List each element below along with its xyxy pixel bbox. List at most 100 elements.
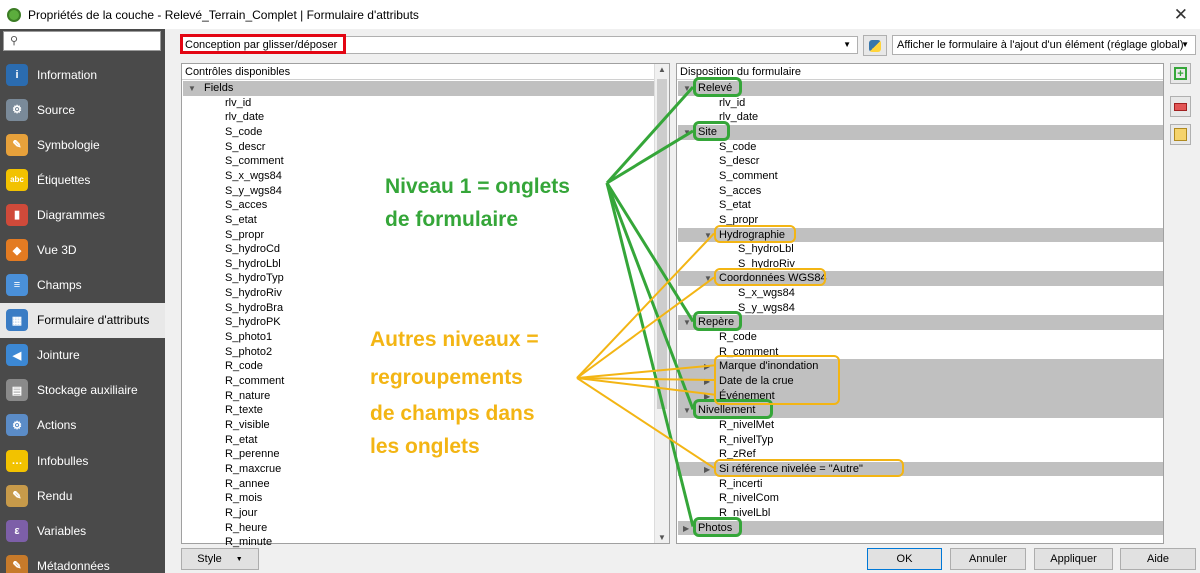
- layout-field-item[interactable]: R_incerti: [719, 477, 762, 492]
- sidebar-item-metadata[interactable]: ✎ Métadonnées: [0, 548, 165, 573]
- sidebar-item-source[interactable]: ⚙ Source: [0, 92, 165, 127]
- field-item[interactable]: S_code: [225, 125, 262, 140]
- field-item[interactable]: rlv_date: [225, 110, 264, 125]
- field-item[interactable]: R_jour: [225, 506, 257, 521]
- field-item[interactable]: S_photo2: [225, 345, 272, 360]
- help-button[interactable]: Aide: [1120, 548, 1196, 570]
- field-item[interactable]: R_nature: [225, 389, 270, 404]
- field-item[interactable]: S_x_wgs84: [225, 169, 282, 184]
- layout-field-item[interactable]: S_hydroLbl: [738, 242, 794, 257]
- sidebar-item-information[interactable]: i Information: [0, 57, 165, 92]
- sidebar-item-view3d[interactable]: ◆ Vue 3D: [0, 232, 165, 267]
- field-item[interactable]: S_comment: [225, 154, 284, 169]
- layout-field-item[interactable]: S_etat: [719, 198, 751, 213]
- sidebar-item-labels[interactable]: abc Étiquettes: [0, 162, 165, 197]
- layout-field-item[interactable]: S_x_wgs84: [738, 286, 795, 301]
- sidebar-item-attributes-form[interactable]: ▦ Formulaire d'attributs: [0, 302, 165, 338]
- remove-button[interactable]: [1170, 96, 1191, 117]
- field-item[interactable]: S_acces: [225, 198, 267, 213]
- expand-arrow-icon[interactable]: ▼: [188, 84, 196, 93]
- close-icon[interactable]: ✕: [1174, 5, 1188, 25]
- scroll-down-icon[interactable]: ▼: [658, 533, 666, 542]
- sidebar-item-rendering[interactable]: ✎ Rendu: [0, 478, 165, 513]
- style-dropdown-button[interactable]: Style ▼: [181, 548, 259, 570]
- layout-group-row[interactable]: [678, 520, 1163, 536]
- expand-arrow-icon[interactable]: ▶: [704, 465, 710, 474]
- field-item[interactable]: S_etat: [225, 213, 257, 228]
- remove-icon: [1174, 102, 1187, 111]
- ok-button[interactable]: OK: [867, 548, 942, 570]
- fields-root-row[interactable]: [183, 81, 654, 96]
- actions-icon: ⚙: [6, 414, 28, 437]
- layout-field-item[interactable]: rlv_id: [719, 96, 745, 111]
- layout-field-item[interactable]: S_y_wgs84: [738, 301, 795, 316]
- field-item[interactable]: R_perenne: [225, 447, 279, 462]
- layout-field-item[interactable]: S_acces: [719, 184, 761, 199]
- sidebar-item-label: Infobulles: [37, 453, 89, 468]
- edit-button[interactable]: [1170, 124, 1191, 145]
- sidebar-item-variables[interactable]: ε Variables: [0, 513, 165, 548]
- sidebar-item-auxiliary-storage[interactable]: ▤ Stockage auxiliaire: [0, 373, 165, 408]
- layout-field-item[interactable]: S_descr: [719, 154, 759, 169]
- sidebar-item-actions[interactable]: ⚙ Actions: [0, 408, 165, 443]
- field-item[interactable]: R_comment: [225, 374, 284, 389]
- layout-field-item[interactable]: S_code: [719, 140, 756, 155]
- layout-group-row[interactable]: [678, 124, 1163, 140]
- layout-field-item[interactable]: R_nivelCom: [719, 491, 779, 506]
- expand-arrow-icon[interactable]: ▶: [683, 524, 689, 533]
- field-item[interactable]: S_descr: [225, 140, 265, 155]
- collapse-arrow-icon[interactable]: ▼: [683, 406, 691, 415]
- collapse-arrow-icon[interactable]: ▼: [704, 231, 712, 240]
- sidebar-item-symbology[interactable]: ✎ Symbologie: [0, 127, 165, 162]
- sidebar-item-diagrams[interactable]: ▮ Diagrammes: [0, 197, 165, 232]
- field-item[interactable]: R_heure: [225, 521, 267, 536]
- field-item[interactable]: S_hydroCd: [225, 242, 280, 257]
- collapse-arrow-icon[interactable]: ▼: [683, 84, 691, 93]
- layout-field-item[interactable]: R_nivelTyp: [719, 433, 773, 448]
- sidebar-item-tooltips[interactable]: … Infobulles: [0, 443, 165, 478]
- collapse-arrow-icon[interactable]: ▼: [704, 274, 712, 283]
- other-levels-annotation-line4: les onglets: [370, 435, 480, 458]
- field-item[interactable]: R_maxcrue: [225, 462, 281, 477]
- layout-field-item[interactable]: R_code: [719, 330, 757, 345]
- field-item[interactable]: S_hydroPK: [225, 315, 281, 330]
- sidebar-item-label: Stockage auxiliaire: [37, 383, 138, 398]
- field-item[interactable]: R_mois: [225, 491, 262, 506]
- field-item[interactable]: S_hydroTyp: [225, 271, 284, 286]
- field-item[interactable]: S_photo1: [225, 330, 272, 345]
- layout-field-item[interactable]: R_nivelMet: [719, 418, 774, 433]
- collapse-arrow-icon[interactable]: ▼: [683, 318, 691, 327]
- variables-icon: ε: [6, 519, 28, 542]
- chevron-down-icon: ▼: [843, 40, 851, 49]
- search-input[interactable]: ⚲: [3, 31, 161, 51]
- field-item[interactable]: S_y_wgs84: [225, 184, 282, 199]
- field-item[interactable]: R_etat: [225, 433, 257, 448]
- join-icon: ◀: [6, 344, 28, 367]
- field-item[interactable]: R_annee: [225, 477, 270, 492]
- cancel-button[interactable]: Annuler: [950, 548, 1026, 570]
- field-item[interactable]: R_texte: [225, 403, 263, 418]
- field-item[interactable]: S_hydroRiv: [225, 286, 282, 301]
- collapse-arrow-icon[interactable]: ▼: [683, 128, 691, 137]
- scroll-up-icon[interactable]: ▲: [658, 65, 666, 74]
- field-item[interactable]: S_hydroLbl: [225, 257, 281, 272]
- add-container-button[interactable]: +: [1170, 63, 1191, 84]
- apply-button[interactable]: Appliquer: [1034, 548, 1113, 570]
- scroll-thumb[interactable]: [657, 79, 667, 409]
- left-scrollbar[interactable]: ▲ ▼: [654, 64, 669, 543]
- field-item[interactable]: R_visible: [225, 418, 270, 433]
- sidebar-item-join[interactable]: ◀ Jointure: [0, 338, 165, 373]
- layout-group-row[interactable]: [678, 81, 1163, 96]
- field-item[interactable]: S_hydroBra: [225, 301, 283, 316]
- field-item[interactable]: rlv_id: [225, 96, 251, 111]
- show-form-dropdown[interactable]: Afficher le formulaire à l'ajout d'un él…: [892, 35, 1196, 55]
- layout-group-row[interactable]: [678, 315, 1163, 330]
- expand-arrow-icon[interactable]: ▶: [704, 362, 710, 371]
- python-init-button[interactable]: [863, 35, 887, 56]
- field-item[interactable]: R_code: [225, 359, 263, 374]
- tab-highlight-box: [693, 311, 742, 332]
- field-item[interactable]: S_propr: [225, 228, 264, 243]
- sidebar-item-fields[interactable]: ≡ Champs: [0, 268, 165, 303]
- expand-arrow-icon[interactable]: ▶: [704, 377, 710, 386]
- layout-field-item[interactable]: S_comment: [719, 169, 778, 184]
